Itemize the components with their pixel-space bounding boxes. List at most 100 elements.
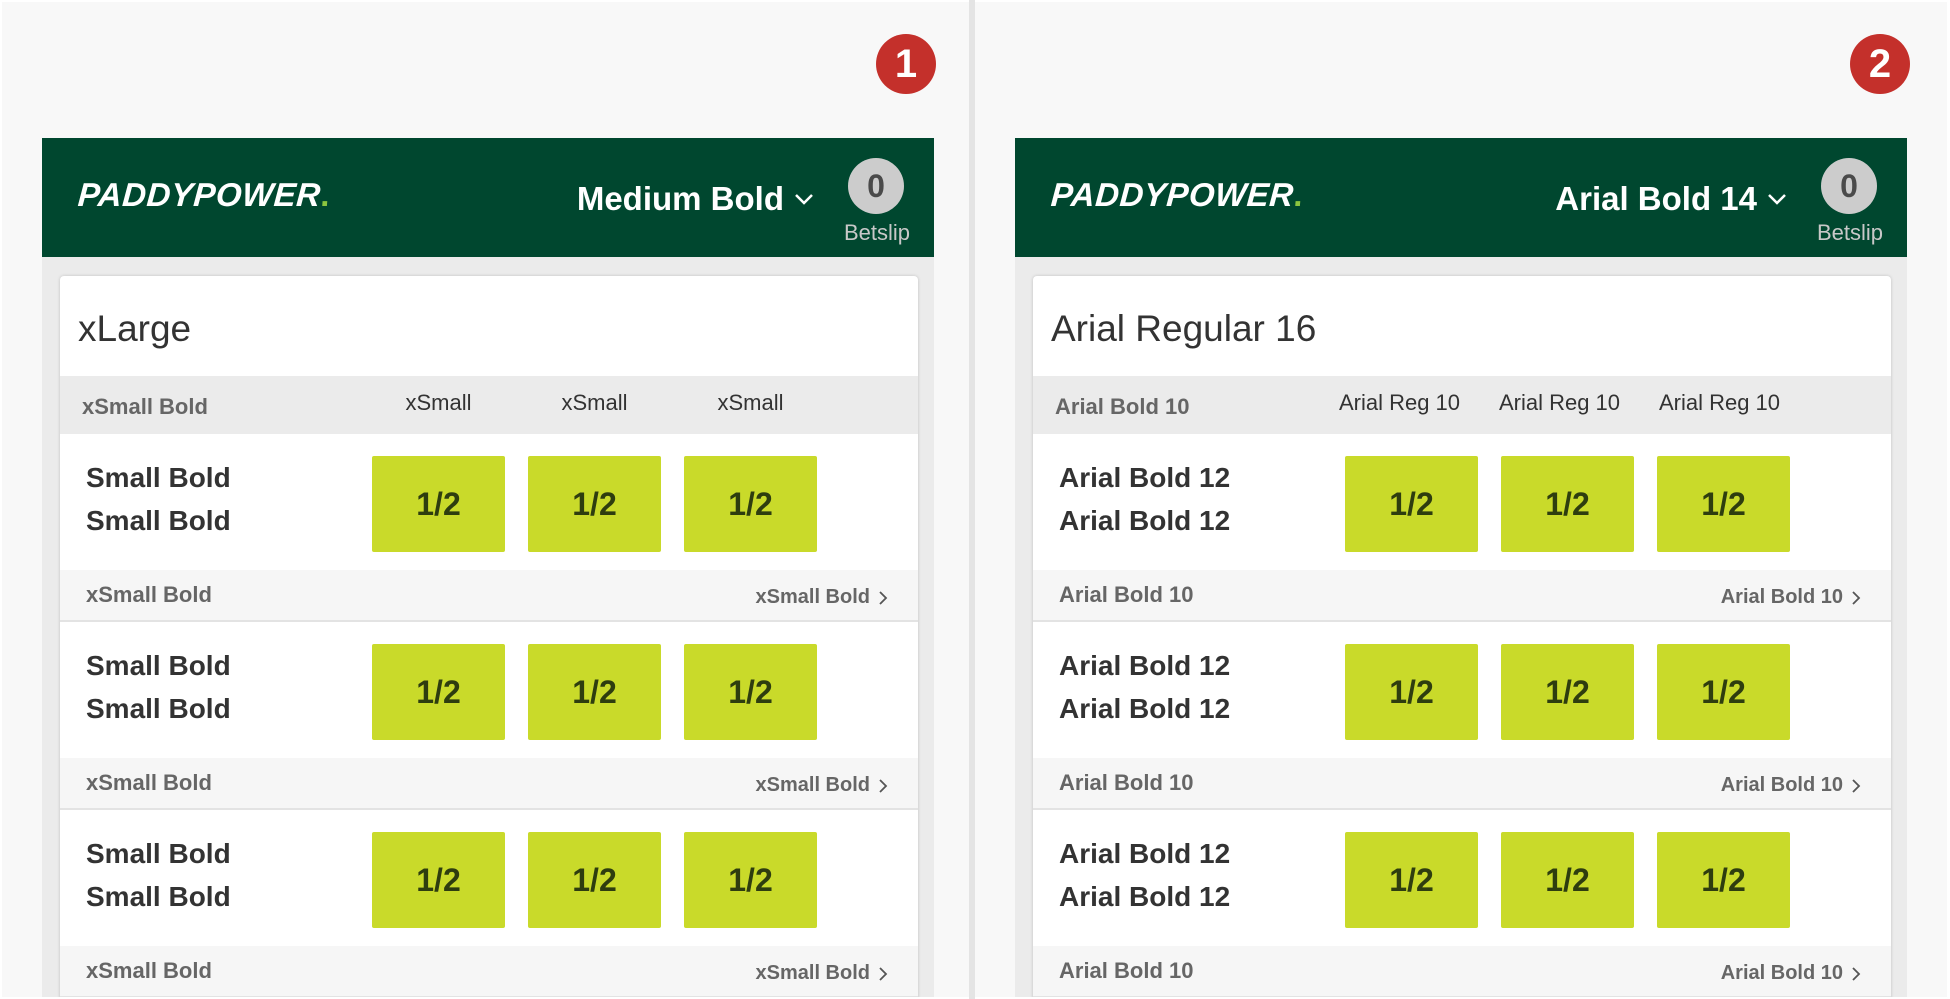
event-participants: Arial Bold 12 Arial Bold 12 bbox=[1059, 456, 1230, 542]
subrow-info: xSmall Bold bbox=[86, 958, 212, 983]
odds-button[interactable]: 1/2 bbox=[528, 832, 661, 928]
market-card: xLarge xSmall Bold xSmall xSmall xSmall … bbox=[60, 276, 918, 997]
column-heading: Arial Reg 10 bbox=[1498, 390, 1621, 415]
more-markets-label: Arial Bold 10 bbox=[1720, 774, 1843, 796]
event-participants: Arial Bold 12 Arial Bold 12 bbox=[1059, 644, 1230, 730]
event-subrow: xSmall Bold xSmall Bold bbox=[60, 570, 918, 622]
participant-1: Small Bold bbox=[86, 838, 231, 869]
odds-button[interactable]: 1/2 bbox=[372, 456, 505, 552]
more-markets-link[interactable]: xSmall Bold bbox=[756, 586, 888, 609]
participant-1: Arial Bold 12 bbox=[1059, 650, 1231, 681]
odds-button[interactable]: 1/2 bbox=[684, 644, 817, 740]
column-heading: xSmall bbox=[717, 390, 784, 415]
font-selector-label: Arial Bold 14 bbox=[1555, 180, 1757, 217]
card-title: Arial Regular 16 bbox=[1051, 308, 1317, 349]
column-header-label: xSmall Bold bbox=[82, 394, 208, 419]
paddypower-logo[interactable]: PADDYPOWER. bbox=[1050, 176, 1305, 214]
chevron-right-icon bbox=[879, 966, 888, 981]
font-selector-dropdown[interactable]: Medium Bold bbox=[577, 180, 814, 218]
event-subrow: Arial Bold 10 Arial Bold 10 bbox=[1033, 758, 1891, 810]
event-subrow: xSmall Bold xSmall Bold bbox=[60, 946, 918, 997]
variant-number-badge: 2 bbox=[1850, 34, 1910, 94]
subrow-info: Arial Bold 10 bbox=[1059, 958, 1194, 983]
odds-button[interactable]: 1/2 bbox=[528, 644, 661, 740]
chevron-right-icon bbox=[879, 590, 888, 605]
market-card: Arial Regular 16 Arial Bold 10 Arial Reg… bbox=[1033, 276, 1891, 997]
betslip-count-badge[interactable]: 0 bbox=[848, 158, 904, 214]
event-row: Small Bold Small Bold 1/2 1/2 1/2 bbox=[60, 810, 918, 946]
more-markets-label: xSmall Bold bbox=[755, 586, 870, 608]
participant-2: Small Bold bbox=[86, 693, 231, 724]
event-participants: Small Bold Small Bold bbox=[86, 644, 231, 730]
event-subrow: Arial Bold 10 Arial Bold 10 bbox=[1033, 946, 1891, 997]
card-title: xLarge bbox=[78, 308, 192, 349]
event-participants: Arial Bold 12 Arial Bold 12 bbox=[1059, 832, 1230, 918]
column-header-label: Arial Bold 10 bbox=[1055, 394, 1190, 419]
logo-text: PADDYPOWER bbox=[1049, 176, 1296, 213]
paddypower-logo[interactable]: PADDYPOWER. bbox=[77, 176, 332, 214]
odds-button[interactable]: 1/2 bbox=[1345, 644, 1478, 740]
more-markets-link[interactable]: Arial Bold 10 bbox=[1721, 774, 1861, 797]
participant-2: Small Bold bbox=[86, 881, 231, 912]
participant-2: Arial Bold 12 bbox=[1059, 505, 1231, 536]
participant-1: Small Bold bbox=[86, 650, 231, 681]
more-markets-link[interactable]: xSmall Bold bbox=[756, 774, 888, 797]
chevron-right-icon bbox=[1852, 966, 1861, 981]
more-markets-link[interactable]: Arial Bold 10 bbox=[1721, 962, 1861, 985]
mobile-preview: PADDYPOWER. Arial Bold 14 0 Betslip Aria… bbox=[1015, 138, 1907, 997]
column-header: xSmall Bold xSmall xSmall xSmall bbox=[60, 376, 918, 434]
column-heading: Arial Reg 10 bbox=[1338, 390, 1461, 415]
event-row: Small Bold Small Bold 1/2 1/2 1/2 bbox=[60, 434, 918, 570]
more-markets-label: xSmall Bold bbox=[755, 962, 870, 984]
app-header: PADDYPOWER. Arial Bold 14 0 Betslip bbox=[1015, 138, 1907, 257]
betslip-count-badge[interactable]: 0 bbox=[1821, 158, 1877, 214]
odds-button[interactable]: 1/2 bbox=[684, 832, 817, 928]
odds-button[interactable]: 1/2 bbox=[1657, 832, 1790, 928]
odds-button[interactable]: 1/2 bbox=[1345, 456, 1478, 552]
variant-number-badge: 1 bbox=[876, 34, 936, 94]
event-subrow: xSmall Bold xSmall Bold bbox=[60, 758, 918, 810]
odds-button[interactable]: 1/2 bbox=[1501, 644, 1634, 740]
column-header: Arial Bold 10 Arial Reg 10 Arial Reg 10 … bbox=[1033, 376, 1891, 434]
chevron-down-icon bbox=[795, 194, 813, 205]
odds-button[interactable]: 1/2 bbox=[1657, 644, 1790, 740]
event-subrow: Arial Bold 10 Arial Bold 10 bbox=[1033, 570, 1891, 622]
chevron-right-icon bbox=[1852, 778, 1861, 793]
odds-button[interactable]: 1/2 bbox=[1501, 456, 1634, 552]
more-markets-link[interactable]: xSmall Bold bbox=[756, 962, 888, 985]
logo-text: PADDYPOWER bbox=[76, 176, 323, 213]
more-markets-label: Arial Bold 10 bbox=[1720, 962, 1843, 984]
column-heading: Arial Reg 10 bbox=[1658, 390, 1781, 415]
betslip-label[interactable]: Betslip bbox=[1817, 220, 1883, 246]
app-header: PADDYPOWER. Medium Bold 0 Betslip bbox=[42, 138, 934, 257]
participant-2: Small Bold bbox=[86, 505, 231, 536]
participant-1: Small Bold bbox=[86, 462, 231, 493]
subrow-info: xSmall Bold bbox=[86, 770, 212, 795]
font-selector-label: Medium Bold bbox=[576, 180, 784, 217]
event-participants: Small Bold Small Bold bbox=[86, 456, 231, 542]
odds-button[interactable]: 1/2 bbox=[528, 456, 661, 552]
event-row: Arial Bold 12 Arial Bold 12 1/2 1/2 1/2 bbox=[1033, 622, 1891, 758]
chevron-down-icon bbox=[1768, 194, 1786, 205]
odds-button[interactable]: 1/2 bbox=[684, 456, 817, 552]
odds-button[interactable]: 1/2 bbox=[1501, 832, 1634, 928]
subrow-info: Arial Bold 10 bbox=[1059, 770, 1194, 795]
participant-2: Arial Bold 12 bbox=[1059, 881, 1231, 912]
odds-button[interactable]: 1/2 bbox=[372, 832, 505, 928]
more-markets-link[interactable]: Arial Bold 10 bbox=[1721, 586, 1861, 609]
odds-button[interactable]: 1/2 bbox=[1345, 832, 1478, 928]
event-row: Small Bold Small Bold 1/2 1/2 1/2 bbox=[60, 622, 918, 758]
font-selector-dropdown[interactable]: Arial Bold 14 bbox=[1555, 180, 1787, 218]
subrow-info: xSmall Bold bbox=[86, 582, 212, 607]
variant-panel-1: 1 PADDYPOWER. Medium Bold 0 Betslip xLar… bbox=[2, 2, 969, 997]
variant-panel-2: 2 PADDYPOWER. Arial Bold 14 0 Betslip Ar… bbox=[975, 2, 1947, 997]
odds-button[interactable]: 1/2 bbox=[372, 644, 505, 740]
more-markets-label: Arial Bold 10 bbox=[1720, 586, 1843, 608]
participant-1: Arial Bold 12 bbox=[1059, 838, 1231, 869]
logo-dot: . bbox=[319, 176, 332, 213]
betslip-label[interactable]: Betslip bbox=[844, 220, 910, 246]
participant-2: Arial Bold 12 bbox=[1059, 693, 1231, 724]
odds-button[interactable]: 1/2 bbox=[1657, 456, 1790, 552]
mobile-preview: PADDYPOWER. Medium Bold 0 Betslip xLarge… bbox=[42, 138, 934, 997]
event-participants: Small Bold Small Bold bbox=[86, 832, 231, 918]
